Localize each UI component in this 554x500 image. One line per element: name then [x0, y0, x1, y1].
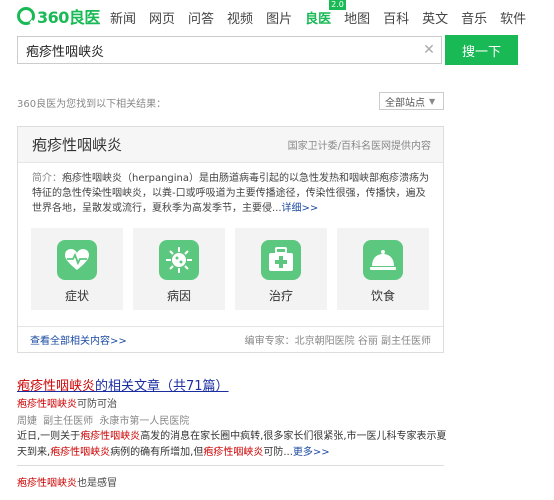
nav-item-map[interactable]: 地图 [344, 8, 370, 27]
logo[interactable]: 360良医 [17, 6, 100, 27]
nav-item-baike[interactable]: 百科 [383, 8, 409, 27]
card-footer: 查看全部相关内容>> 编审专家：北京朝阳医院 谷丽 副主任医师 [18, 326, 443, 352]
card-intro: 简介：疱疹性咽峡炎（herpangina）是由肠道病毒引起的以急性发热和咽峡部疱… [18, 163, 443, 219]
clear-icon[interactable]: ✕ [417, 42, 441, 58]
tile-treatment[interactable]: 治疗 [235, 228, 327, 310]
food-cloche-icon [363, 240, 403, 280]
intro-text: 疱疹性咽峡炎（herpangina）是由肠道病毒引起的以急性发热和咽峡部疱疹溃疡… [32, 173, 430, 214]
search-button[interactable]: 搜一下 [445, 35, 518, 65]
disease-card: 疱疹性咽峡炎 国家卫计委/百科名医网提供内容 简介：疱疹性咽峡炎（herpang… [17, 126, 444, 353]
heart-pulse-icon [57, 240, 97, 280]
editor-info: 编审专家：北京朝阳医院 谷丽 副主任医师 [244, 336, 431, 347]
card-tiles: 症状 病因 治疗 饮食 [31, 228, 439, 310]
result-count: 360良医为您找到以下相关结果： [17, 99, 167, 110]
top-nav: 新闻 网页 问答 视频 图片 良医 2.0 地图 百科 英文 音乐 软件 [110, 0, 539, 27]
result-title-rest: 的相关文章（共71篇） [95, 379, 229, 394]
search-input[interactable] [26, 42, 417, 58]
tile-causes[interactable]: 病因 [133, 228, 225, 310]
result-link-rest: 也是感冒 [77, 478, 117, 489]
nav-item-english[interactable]: 英文 [422, 8, 448, 27]
result-link[interactable]: 疱疹性咽峡炎也是感冒 [17, 474, 117, 489]
snippet-highlight: 疱疹性咽峡炎 [50, 447, 111, 458]
tile-diet-label: 饮食 [370, 289, 395, 303]
virus-icon [159, 240, 199, 280]
tile-treatment-label: 治疗 [268, 289, 293, 303]
snippet-highlight: 疱疹性咽峡炎 [80, 431, 141, 442]
card-header: 疱疹性咽峡炎 国家卫计委/百科名医网提供内容 [18, 127, 443, 163]
more-link[interactable]: 更多>> [293, 447, 330, 458]
nav-item-video[interactable]: 视频 [227, 8, 253, 27]
snippet-highlight: 疱疹性咽峡炎 [203, 447, 264, 458]
logo-text: 360良医 [37, 8, 100, 27]
result-title-link[interactable]: 疱疹性咽峡炎的相关文章（共71篇） [17, 375, 229, 394]
chevron-down-icon: ▼ [429, 96, 436, 106]
medical-kit-icon [261, 240, 301, 280]
result-link-highlight: 疱疹性咽峡炎 [17, 478, 77, 489]
tile-symptoms-label: 症状 [64, 289, 89, 303]
nav-item-qa[interactable]: 问答 [188, 8, 214, 27]
card-title: 疱疹性咽峡炎 [32, 136, 123, 154]
snippet-text: 病例的确有所增加,但 [110, 447, 204, 458]
snippet-text: 可防... [263, 447, 293, 458]
result-subtitle-highlight: 疱疹性咽峡炎 [17, 399, 77, 410]
logo-ring-icon [17, 7, 35, 25]
tile-symptoms[interactable]: 症状 [31, 228, 123, 310]
result-subtitle[interactable]: 疱疹性咽峡炎可防可治 [17, 395, 117, 410]
result-meta: 周婕 副主任医师 永康市第一人民医院 [17, 416, 190, 427]
nav-item-music[interactable]: 音乐 [461, 8, 487, 27]
search-box: ✕ [17, 36, 442, 64]
nav-item-liangyi-label: 良医 [305, 12, 332, 27]
view-all-link[interactable]: 查看全部相关内容>> [30, 332, 127, 347]
nav-item-liangyi[interactable]: 良医 2.0 [305, 0, 346, 27]
result-snippet: 近日,一则关于疱疹性咽峡炎高发的消息在家长圈中疯转,很多家长们很紧张,市一医儿科… [17, 429, 447, 461]
result-subtitle-rest: 可防可治 [77, 399, 117, 410]
nav-item-news[interactable]: 新闻 [110, 8, 136, 27]
site-filter-value: 全部站点 [385, 97, 425, 109]
tile-diet[interactable]: 饮食 [337, 228, 429, 310]
card-source: 国家卫计委/百科名医网提供内容 [287, 141, 431, 152]
snippet-text: 近日,一则关于 [17, 431, 81, 442]
site-filter-select[interactable]: 全部站点 ▼ [379, 92, 444, 110]
nav-item-software[interactable]: 软件 [500, 8, 526, 27]
result-title-highlight: 疱疹性咽峡炎 [17, 379, 96, 394]
nav-item-images[interactable]: 图片 [266, 8, 292, 27]
result-divider [17, 465, 444, 466]
intro-label: 简介： [32, 173, 62, 184]
detail-link[interactable]: 详细>> [282, 203, 319, 214]
tile-causes-label: 病因 [166, 289, 191, 303]
nav-item-web[interactable]: 网页 [149, 8, 175, 27]
